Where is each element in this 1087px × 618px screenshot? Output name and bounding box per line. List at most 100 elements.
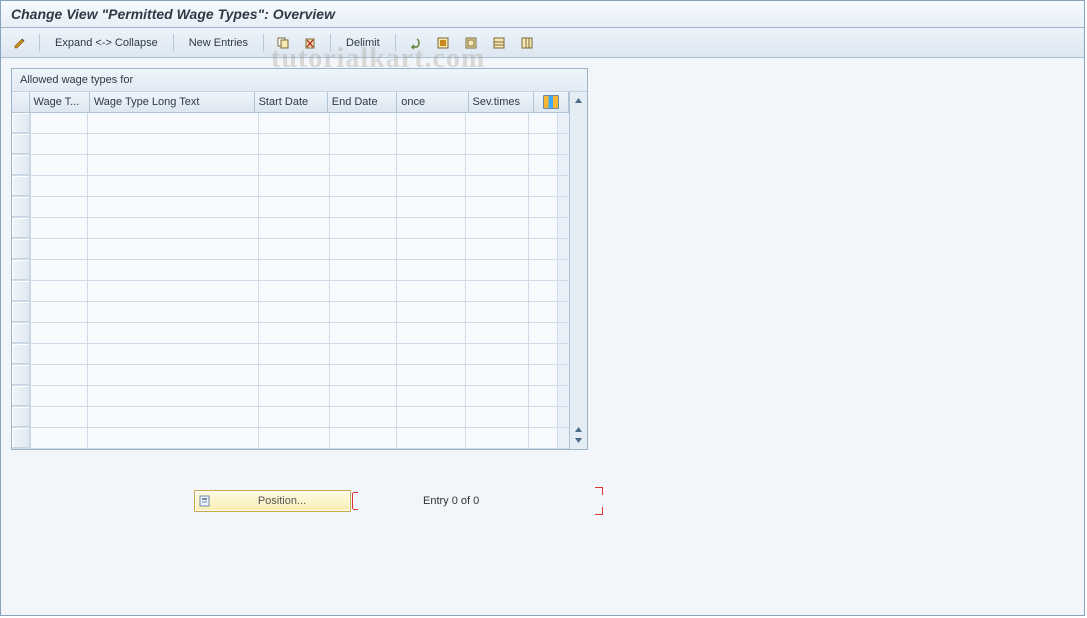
cell-wage-type-long[interactable] (88, 407, 259, 427)
table-row[interactable] (12, 386, 569, 407)
cell-once[interactable] (397, 176, 466, 196)
cell-wage-type-long[interactable] (88, 155, 259, 175)
config-icon[interactable] (488, 32, 510, 54)
table-row[interactable] (12, 323, 569, 344)
row-selector[interactable] (12, 239, 31, 259)
table-row[interactable] (12, 113, 569, 134)
edit-icon[interactable] (9, 32, 31, 54)
row-selector[interactable] (12, 113, 31, 133)
cell-wage-type[interactable] (31, 407, 88, 427)
cell-wage-type[interactable] (31, 260, 88, 280)
cell-sev-times[interactable] (466, 134, 529, 154)
cell-start-date[interactable] (259, 428, 330, 448)
row-selector[interactable] (12, 197, 31, 217)
table-row[interactable] (12, 407, 569, 428)
row-selector[interactable] (12, 302, 31, 322)
cell-start-date[interactable] (259, 281, 330, 301)
expand-collapse-button[interactable]: Expand <-> Collapse (48, 32, 165, 54)
cell-wage-type[interactable] (31, 134, 88, 154)
cell-end-date[interactable] (330, 113, 397, 133)
cell-end-date[interactable] (330, 386, 397, 406)
row-selector[interactable] (12, 281, 31, 301)
cell-wage-type-long[interactable] (88, 281, 259, 301)
cell-once[interactable] (397, 365, 466, 385)
table-row[interactable] (12, 239, 569, 260)
cell-wage-type[interactable] (31, 323, 88, 343)
row-selector[interactable] (12, 134, 31, 154)
row-selector[interactable] (12, 344, 31, 364)
cell-once[interactable] (397, 134, 466, 154)
cell-wage-type[interactable] (31, 428, 88, 448)
cell-wage-type-long[interactable] (88, 323, 259, 343)
cell-wage-type-long[interactable] (88, 176, 259, 196)
row-selector[interactable] (12, 428, 31, 448)
cell-once[interactable] (397, 323, 466, 343)
cell-end-date[interactable] (330, 239, 397, 259)
cell-start-date[interactable] (259, 365, 330, 385)
cell-once[interactable] (397, 386, 466, 406)
cell-start-date[interactable] (259, 323, 330, 343)
cell-wage-type[interactable] (31, 239, 88, 259)
table-row[interactable] (12, 365, 569, 386)
cell-sev-times[interactable] (466, 113, 529, 133)
cell-once[interactable] (397, 239, 466, 259)
cell-wage-type[interactable] (31, 281, 88, 301)
cell-end-date[interactable] (330, 407, 397, 427)
cell-start-date[interactable] (259, 218, 330, 238)
col-once[interactable]: once (397, 92, 468, 112)
cell-wage-type[interactable] (31, 197, 88, 217)
cell-wage-type[interactable] (31, 302, 88, 322)
cell-wage-type[interactable] (31, 113, 88, 133)
table-row[interactable] (12, 218, 569, 239)
row-selector[interactable] (12, 365, 31, 385)
table-row[interactable] (12, 155, 569, 176)
select-all-corner[interactable] (12, 92, 30, 112)
cell-once[interactable] (397, 407, 466, 427)
delete-icon[interactable] (300, 32, 322, 54)
cell-end-date[interactable] (330, 323, 397, 343)
cell-wage-type[interactable] (31, 365, 88, 385)
cell-once[interactable] (397, 302, 466, 322)
cell-once[interactable] (397, 218, 466, 238)
cell-end-date[interactable] (330, 302, 397, 322)
row-selector[interactable] (12, 386, 31, 406)
cell-wage-type-long[interactable] (88, 260, 259, 280)
cell-wage-type-long[interactable] (88, 365, 259, 385)
cell-start-date[interactable] (259, 386, 330, 406)
cell-sev-times[interactable] (466, 344, 529, 364)
cell-once[interactable] (397, 197, 466, 217)
cell-wage-type-long[interactable] (88, 344, 259, 364)
row-selector[interactable] (12, 323, 31, 343)
cell-wage-type[interactable] (31, 176, 88, 196)
cell-wage-type-long[interactable] (88, 134, 259, 154)
cell-wage-type-long[interactable] (88, 386, 259, 406)
cell-end-date[interactable] (330, 218, 397, 238)
copy-icon[interactable] (272, 32, 294, 54)
scroll-up-icon[interactable] (573, 95, 584, 106)
table-row[interactable] (12, 428, 569, 449)
cell-end-date[interactable] (330, 281, 397, 301)
undo-icon[interactable] (404, 32, 426, 54)
col-wage-type[interactable]: Wage T... (30, 92, 90, 112)
cell-end-date[interactable] (330, 155, 397, 175)
cell-start-date[interactable] (259, 197, 330, 217)
cell-sev-times[interactable] (466, 428, 529, 448)
table-row[interactable] (12, 197, 569, 218)
cell-start-date[interactable] (259, 176, 330, 196)
cell-once[interactable] (397, 428, 466, 448)
cell-wage-type-long[interactable] (88, 428, 259, 448)
cell-start-date[interactable] (259, 344, 330, 364)
delimit-button[interactable]: Delimit (339, 32, 387, 54)
cell-wage-type-long[interactable] (88, 302, 259, 322)
col-end-date[interactable]: End Date (328, 92, 397, 112)
cell-end-date[interactable] (330, 344, 397, 364)
cell-sev-times[interactable] (466, 197, 529, 217)
scroll-up-small-icon[interactable] (573, 424, 584, 435)
cell-end-date[interactable] (330, 197, 397, 217)
row-selector[interactable] (12, 176, 31, 196)
cell-sev-times[interactable] (466, 323, 529, 343)
cell-wage-type[interactable] (31, 344, 88, 364)
cell-sev-times[interactable] (466, 365, 529, 385)
cell-start-date[interactable] (259, 134, 330, 154)
cell-wage-type-long[interactable] (88, 197, 259, 217)
